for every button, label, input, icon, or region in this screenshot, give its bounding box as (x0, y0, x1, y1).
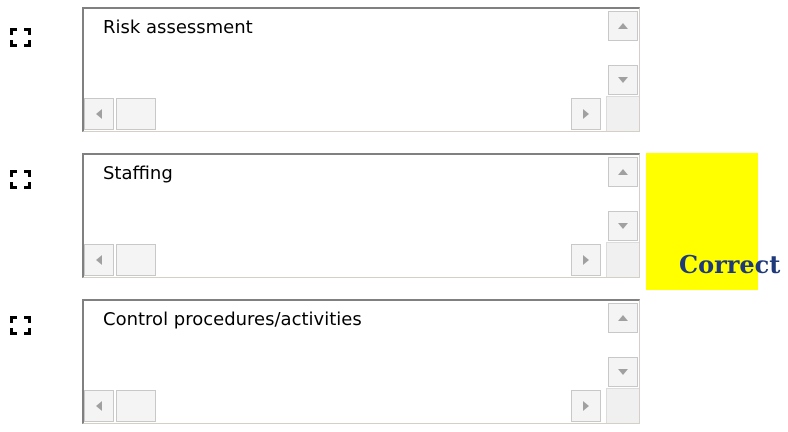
arrow-down-icon[interactable] (608, 357, 638, 387)
arrow-left-icon[interactable] (84, 244, 114, 276)
scroll-thumb[interactable] (116, 390, 156, 422)
feedback-label: Correct (679, 250, 781, 279)
scroll-thumb[interactable] (116, 98, 156, 130)
horizontal-scrollbar[interactable] (84, 96, 607, 131)
checkbox-icon[interactable] (10, 170, 31, 189)
checkbox-icon[interactable] (10, 316, 31, 335)
arrow-up-icon[interactable] (608, 303, 638, 333)
answer-textarea-1[interactable]: Risk assessment (82, 7, 640, 132)
answer-textarea-2[interactable]: Staffing (82, 153, 640, 278)
arrow-right-icon[interactable] (571, 244, 601, 276)
arrow-right-icon[interactable] (571, 390, 601, 422)
scrollbar-corner (606, 96, 639, 131)
vertical-scrollbar[interactable] (606, 155, 639, 243)
scrollbar-corner (606, 388, 639, 423)
arrow-down-icon[interactable] (608, 65, 638, 95)
answer-text: Staffing (103, 163, 173, 184)
checkbox-icon[interactable] (10, 28, 31, 47)
vertical-scrollbar[interactable] (606, 9, 639, 97)
horizontal-scrollbar[interactable] (84, 242, 607, 277)
scrollbar-corner (606, 242, 639, 277)
arrow-left-icon[interactable] (84, 98, 114, 130)
arrow-up-icon[interactable] (608, 11, 638, 41)
arrow-left-icon[interactable] (84, 390, 114, 422)
answer-text: Risk assessment (103, 17, 253, 38)
answer-text: Control procedures/activities (103, 309, 362, 330)
answer-textarea-3[interactable]: Control procedures/activities (82, 299, 640, 424)
arrow-down-icon[interactable] (608, 211, 638, 241)
scroll-thumb[interactable] (116, 244, 156, 276)
horizontal-scrollbar[interactable] (84, 388, 607, 423)
arrow-right-icon[interactable] (571, 98, 601, 130)
arrow-up-icon[interactable] (608, 157, 638, 187)
vertical-scrollbar[interactable] (606, 301, 639, 389)
